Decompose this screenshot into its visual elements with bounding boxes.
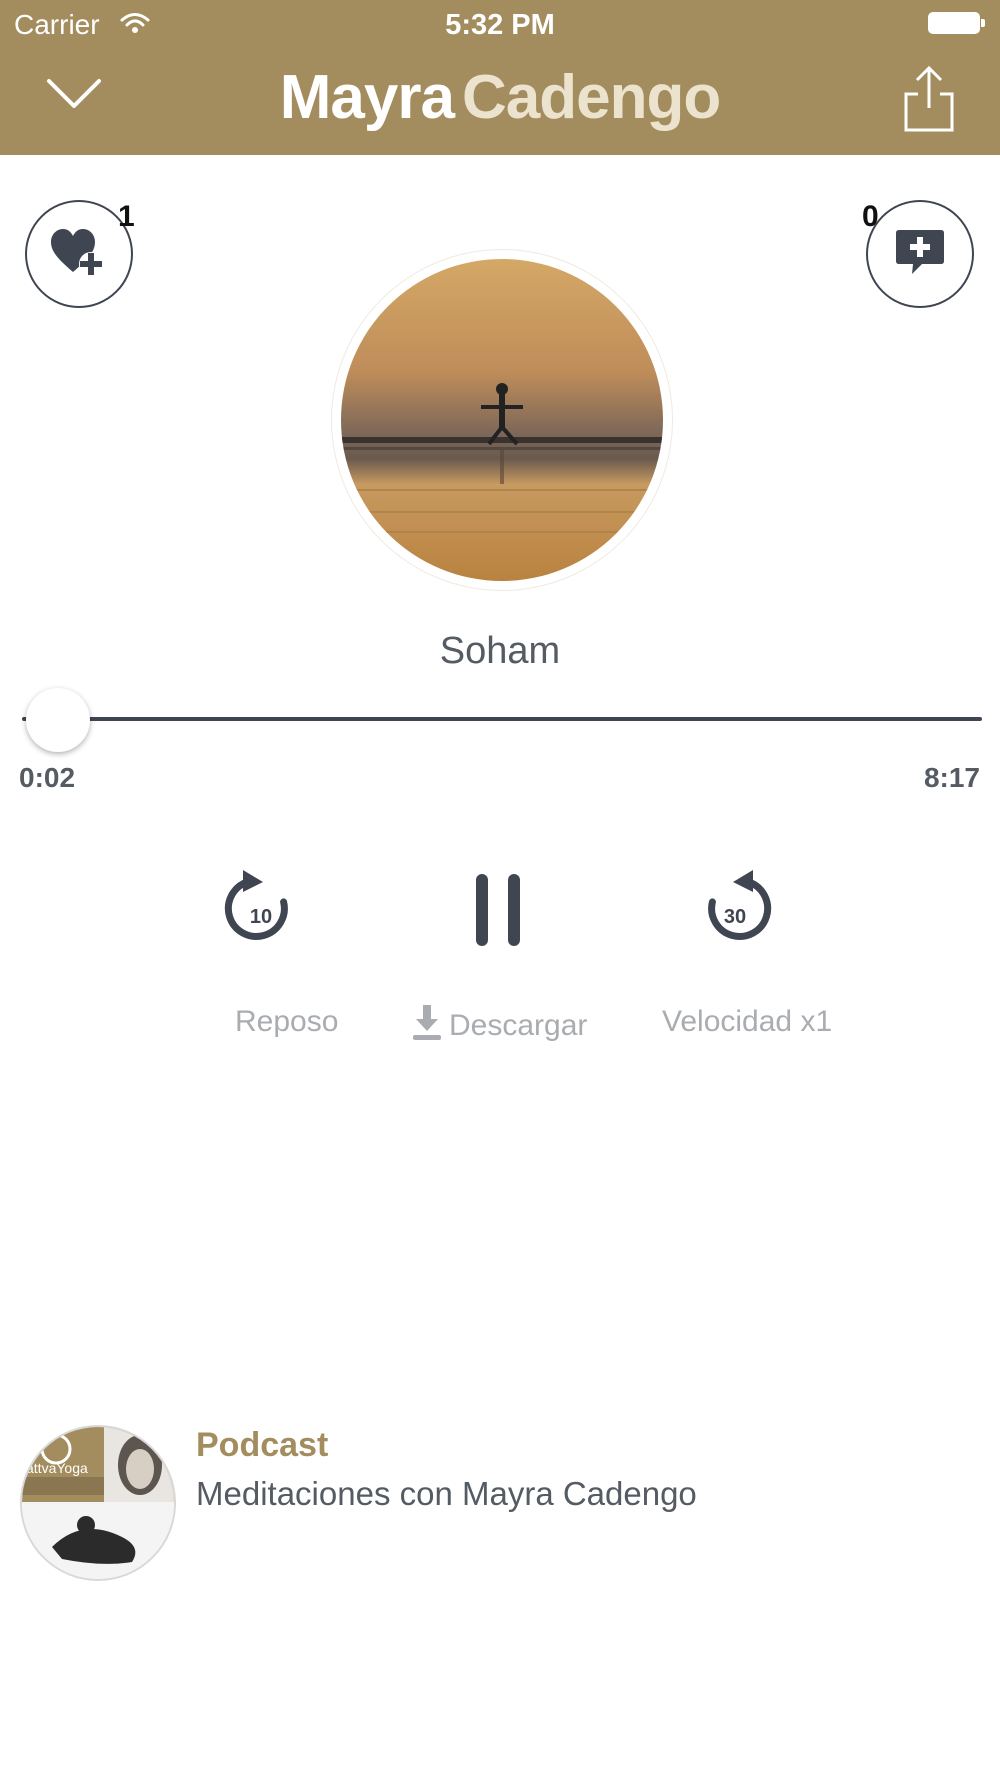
app-header: Carrier 5:32 PM Mayra Cadengo (0, 0, 1000, 155)
brand-first: Mayra (279, 63, 455, 132)
progress-knob[interactable] (25, 688, 90, 752)
likes-count: 1 (118, 200, 135, 233)
download-label: Descargar (449, 1009, 588, 1042)
pause-button[interactable] (473, 872, 523, 953)
forward-button[interactable]: 30 (697, 868, 773, 953)
pause-icon (473, 874, 523, 952)
forward-30-icon: 30 (697, 870, 773, 952)
episode-artwork (332, 250, 672, 590)
podcast-name[interactable]: Meditaciones con Mayra Cadengo (196, 1475, 697, 1513)
like-button[interactable] (25, 200, 133, 308)
battery-icon (928, 12, 985, 34)
heart-plus-icon (49, 226, 109, 283)
elapsed-time: 0:02 (19, 762, 76, 793)
podcast-thumb-text: attvaYoga (26, 1460, 88, 1476)
sleep-timer-button[interactable]: Reposo (235, 1005, 338, 1039)
podcast-label: Podcast (196, 1426, 329, 1464)
rewind-button[interactable]: 10 (223, 868, 299, 953)
podcast-artwork[interactable]: attvaYoga (20, 1425, 176, 1581)
rewind-seconds: 10 (250, 906, 272, 928)
share-icon[interactable] (904, 64, 954, 139)
rewind-10-icon: 10 (223, 870, 299, 952)
brand-logo: Mayra Cadengo (0, 62, 1000, 133)
comment-button[interactable] (866, 200, 974, 308)
forward-seconds: 30 (724, 906, 746, 928)
download-button[interactable]: Descargar (413, 1005, 587, 1049)
status-bar: Carrier 5:32 PM (0, 0, 1000, 50)
comments-count: 0 (862, 200, 879, 233)
total-duration: 8:17 (923, 762, 980, 793)
download-icon (413, 1005, 441, 1049)
status-time: 5:32 PM (445, 9, 555, 41)
progress-track[interactable] (22, 717, 982, 721)
comment-plus-icon (894, 227, 946, 282)
episode-title: Soham (439, 630, 561, 672)
brand-second: Cadengo (461, 63, 721, 132)
speed-button[interactable]: Velocidad x1 (662, 1005, 832, 1039)
